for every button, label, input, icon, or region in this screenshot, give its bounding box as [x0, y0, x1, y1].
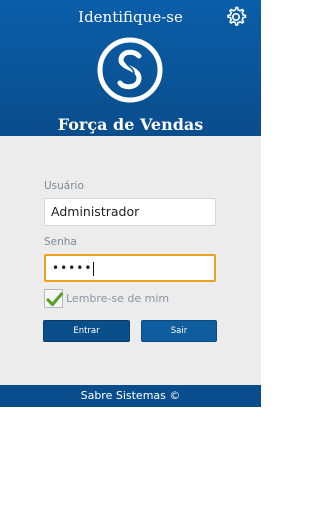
password-label: Senha	[44, 236, 77, 248]
footer-text: Sabre Sistemas ©	[80, 389, 181, 402]
text-caret	[93, 261, 95, 276]
username-field[interactable]: Administrador	[44, 198, 216, 226]
gear-icon[interactable]	[224, 5, 248, 29]
username-label: Usuário	[44, 180, 84, 192]
check-icon	[46, 292, 64, 307]
password-value: •••••	[52, 261, 93, 275]
page-title: Identifique-se	[78, 8, 183, 26]
app-name: Força de Vendas	[57, 115, 204, 134]
sabre-logo-icon	[97, 37, 163, 103]
header-bar: Identifique-se Força de Vendas	[0, 0, 261, 136]
footer-bar: Sabre Sistemas ©	[0, 385, 261, 407]
enter-button[interactable]: Entrar	[43, 320, 130, 342]
exit-button[interactable]: Sair	[141, 320, 217, 342]
remember-me-checkbox[interactable]	[44, 289, 64, 308]
password-field[interactable]: •••••	[44, 254, 216, 282]
remember-me-label[interactable]: Lembre-se de mim	[66, 292, 169, 305]
